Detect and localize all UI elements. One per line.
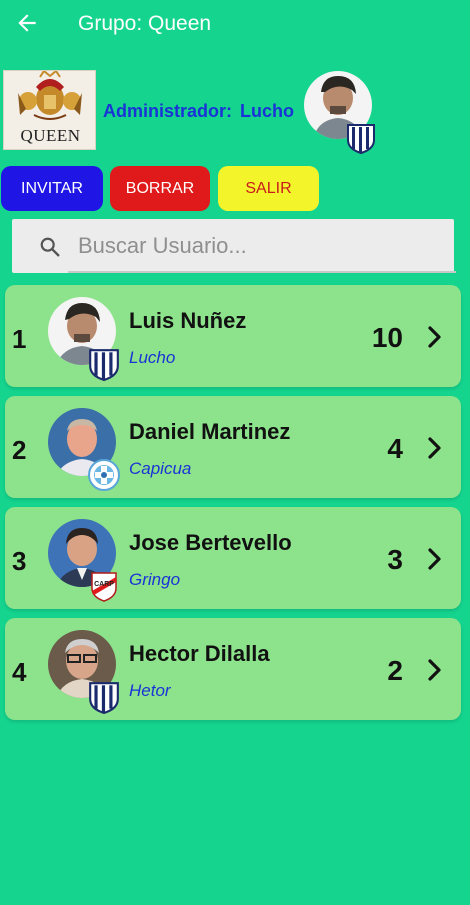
chevron-right-icon[interactable]: [427, 658, 443, 682]
member-nickname: Lucho: [129, 348, 176, 367]
member-points: 4: [387, 433, 403, 464]
member-points: 10: [371, 322, 403, 353]
admin-name: Lucho: [240, 101, 295, 121]
member-row[interactable]: 4 Hector Dilalla Hetor 2: [5, 618, 461, 720]
club-badge-icon: [87, 458, 121, 492]
search-bar: [12, 219, 456, 273]
admin-info: Administrador: Lucho: [103, 101, 302, 122]
member-row[interactable]: 2 Daniel Martinez Capicua 4: [5, 396, 461, 498]
delete-button[interactable]: BORRAR: [110, 166, 210, 211]
member-points: 2: [387, 655, 403, 686]
exit-button[interactable]: SALIR: [218, 166, 319, 211]
search-input[interactable]: [78, 227, 438, 265]
member-rank: 2: [12, 435, 27, 465]
svg-text:QUEEN: QUEEN: [20, 126, 80, 145]
member-name: Daniel Martinez: [129, 419, 291, 444]
member-points: 3: [387, 544, 403, 575]
arrow-left-icon[interactable]: [14, 10, 40, 36]
invite-button[interactable]: INVITAR: [1, 166, 103, 211]
chevron-right-icon[interactable]: [427, 325, 443, 349]
chevron-right-icon[interactable]: [427, 547, 443, 571]
member-name: Hector Dilalla: [129, 641, 270, 666]
queen-crest-icon: QUEEN: [4, 71, 95, 149]
group-logo: QUEEN: [3, 70, 96, 150]
club-badge-icon: [87, 347, 121, 382]
member-nickname: Gringo: [129, 570, 181, 589]
page-title: Grupo: Queen: [78, 12, 212, 35]
top-bar: Grupo: Queen: [0, 0, 470, 50]
member-name: Jose Bertevello: [129, 530, 292, 555]
club-badge-icon: [345, 122, 377, 155]
svg-text:CARP: CARP: [94, 581, 114, 588]
admin-label: Administrador:: [103, 101, 233, 121]
search-underline: [68, 271, 456, 273]
member-row[interactable]: 1 Luis Nuñez Lucho 10: [5, 285, 461, 387]
chevron-right-icon[interactable]: [427, 436, 443, 460]
club-badge-icon: [87, 680, 121, 715]
search-icon: [40, 237, 60, 257]
member-nickname: Hetor: [129, 681, 171, 700]
club-badge-icon: CARP: [87, 569, 121, 603]
member-rank: 4: [12, 657, 27, 687]
member-nickname: Capicua: [129, 459, 192, 478]
member-name: Luis Nuñez: [129, 308, 247, 333]
member-row[interactable]: 3 CARP Jose Bertevello Gringo 3: [5, 507, 461, 609]
member-rank: 3: [12, 546, 27, 576]
member-rank: 1: [12, 324, 27, 354]
